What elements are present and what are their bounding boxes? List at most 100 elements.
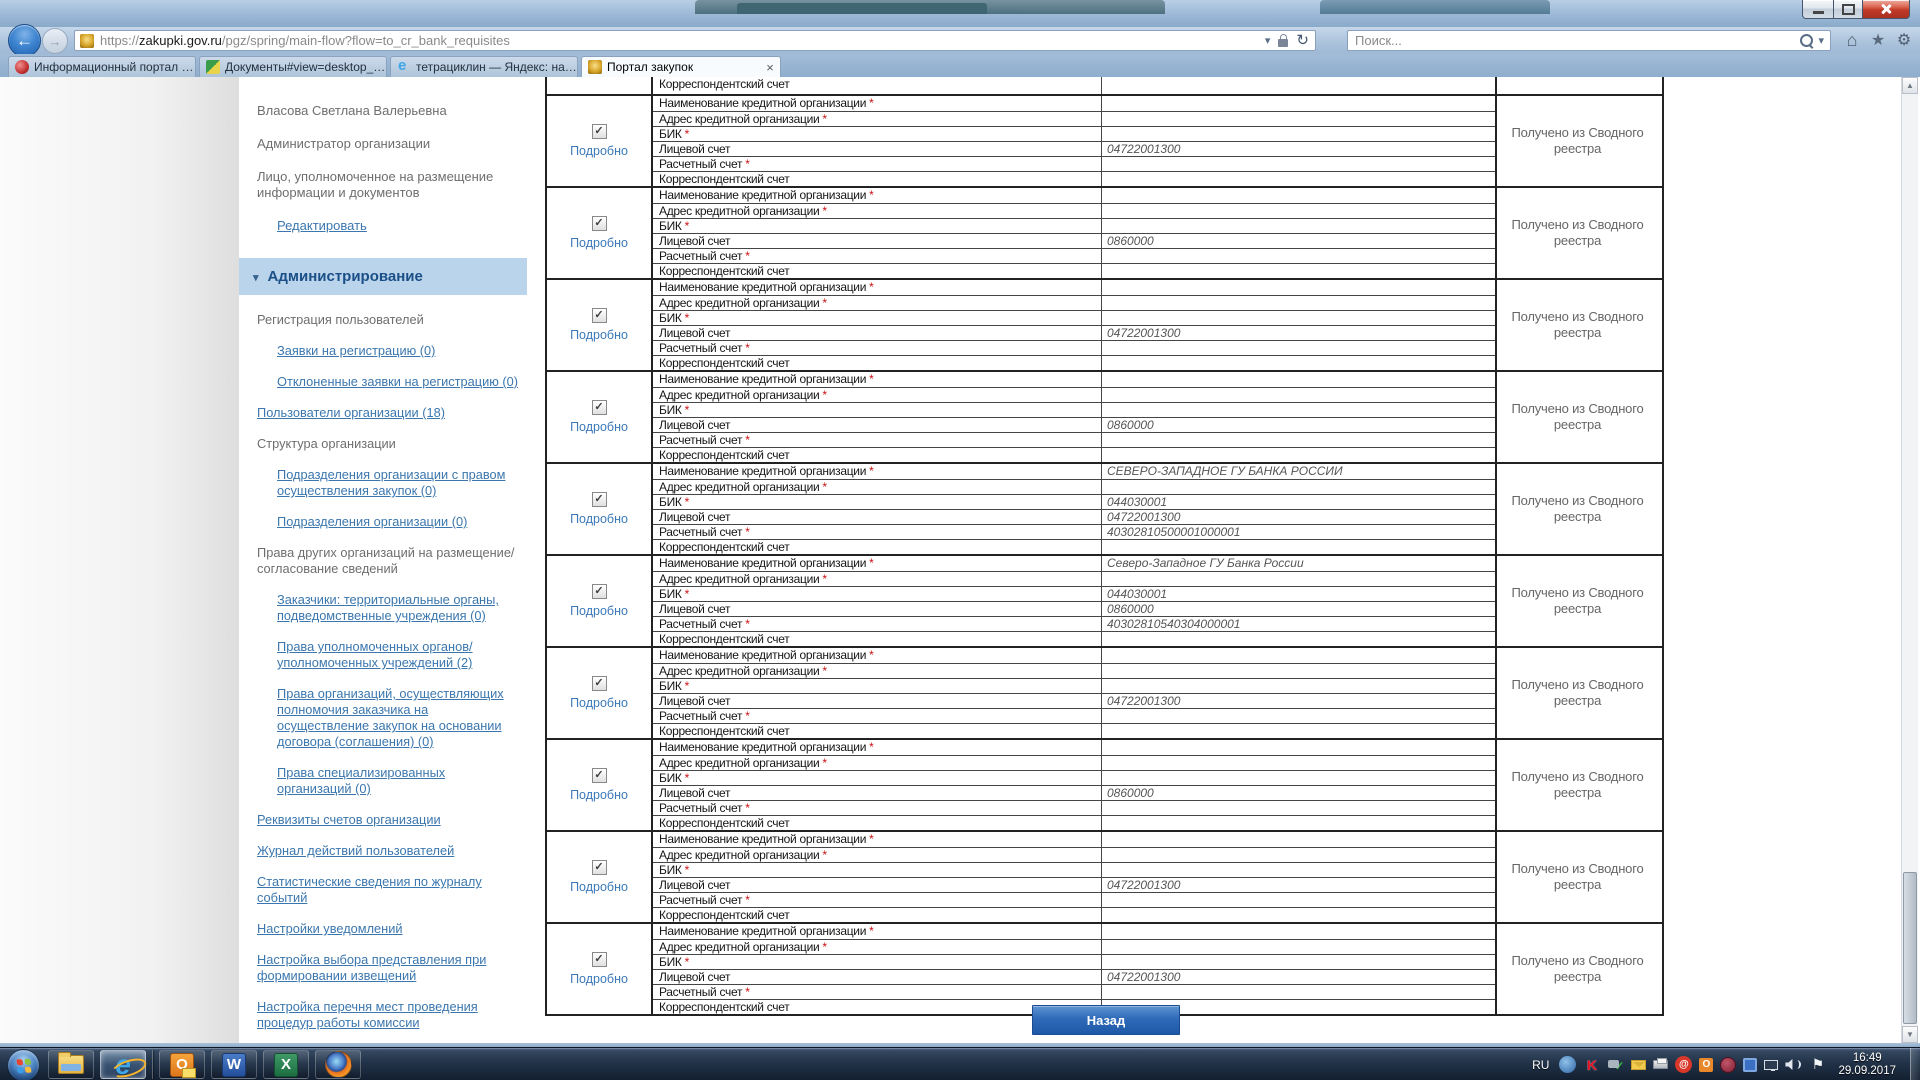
sidebar-link[interactable]: Настройка выбора представления при форми…: [257, 952, 519, 984]
field-value: [1101, 723, 1495, 738]
taskbar-firefox[interactable]: [315, 1050, 361, 1079]
show-desktop-button[interactable]: [1910, 1048, 1920, 1080]
taskbar-windows-explorer[interactable]: [48, 1050, 94, 1079]
system-tray: RU K ✓ @ O ⚑ 16:49 29.09.2017: [1532, 1048, 1920, 1080]
vertical-scrollbar[interactable]: ▲ ▼: [1901, 77, 1918, 1043]
section-header-administration[interactable]: ▾Администрирование: [239, 258, 527, 295]
printer-icon[interactable]: [1653, 1060, 1668, 1069]
browser-tab[interactable]: Информационный портал С...: [8, 56, 196, 77]
edit-link[interactable]: Редактировать: [277, 218, 517, 234]
details-link[interactable]: Подробно: [570, 144, 628, 158]
taskbar-word[interactable]: W: [211, 1050, 257, 1079]
field-value: [1101, 631, 1495, 646]
search-icon[interactable]: [1800, 34, 1813, 47]
start-button[interactable]: [7, 1049, 40, 1080]
field-label: Расчетный счет *: [653, 524, 1101, 539]
field-label: Наименование кредитной организации *: [653, 924, 1101, 939]
sidebar-link[interactable]: Настройка перечня мест проведения процед…: [257, 999, 519, 1031]
row-checkbox[interactable]: ✓: [592, 308, 607, 323]
update-icon[interactable]: [1559, 1056, 1576, 1073]
sidebar-link[interactable]: Подразделения организации (0): [277, 514, 519, 530]
field-label: Наименование кредитной организации *: [653, 556, 1101, 571]
forward-button[interactable]: →: [42, 28, 68, 54]
sidebar-link[interactable]: Подразделения организации с правом осуще…: [277, 467, 519, 499]
settings-gear-icon[interactable]: ⚙: [1892, 30, 1916, 50]
search-dropdown-icon[interactable]: ▾: [1818, 34, 1824, 47]
action-center-flag-icon[interactable]: ⚑: [1809, 1056, 1826, 1073]
row-checkbox[interactable]: ✓: [592, 952, 607, 967]
back-button[interactable]: ←: [8, 24, 41, 57]
refresh-icon[interactable]: ↻: [1296, 33, 1309, 48]
sidebar-link[interactable]: Пользователи организации (18): [257, 405, 519, 421]
favorites-star-icon[interactable]: ★: [1866, 30, 1890, 50]
browser-tab[interactable]: Портал закупок×: [581, 56, 781, 77]
sidebar-label: Структура организации: [257, 436, 519, 452]
row-checkbox[interactable]: ✓: [592, 860, 607, 875]
details-link[interactable]: Подробно: [570, 328, 628, 342]
sidebar-link[interactable]: Заказчики: территориальные органы, подве…: [277, 592, 519, 624]
browser-tab[interactable]: Документы#view=desktop_21...: [199, 56, 387, 77]
address-bar[interactable]: https://zakupki.gov.ru/pgz/spring/main-f…: [74, 30, 1316, 51]
sidebar-link[interactable]: Права организаций, осуществляющих полном…: [277, 686, 519, 750]
sidebar: Власова Светлана Валерьевна Администрато…: [239, 77, 527, 1043]
details-link[interactable]: Подробно: [570, 236, 628, 250]
mail-icon[interactable]: [1631, 1060, 1646, 1070]
row-checkbox[interactable]: ✓: [592, 400, 607, 415]
row-checkbox[interactable]: ✓: [592, 768, 607, 783]
row-checkbox[interactable]: ✓: [592, 584, 607, 599]
required-marker: *: [819, 572, 826, 586]
taskbar-clock[interactable]: 16:49 29.09.2017: [1838, 1052, 1896, 1078]
sidebar-link[interactable]: Отклоненные заявки на регистрацию (0): [277, 374, 519, 390]
scroll-down-icon[interactable]: ▼: [1902, 1026, 1918, 1043]
row-checkbox[interactable]: ✓: [592, 492, 607, 507]
search-box[interactable]: ▾: [1347, 30, 1831, 51]
field-label: Расчетный счет *: [653, 800, 1101, 815]
sidebar-link[interactable]: Права специализированных организаций (0): [277, 765, 519, 797]
sidebar-link[interactable]: Журнал действий пользователей: [257, 843, 519, 859]
details-link[interactable]: Подробно: [570, 788, 628, 802]
taskbar-excel[interactable]: X: [263, 1050, 309, 1079]
language-indicator[interactable]: RU: [1532, 1058, 1549, 1072]
scroll-up-icon[interactable]: ▲: [1902, 77, 1918, 94]
details-link[interactable]: Подробно: [570, 604, 628, 618]
security-icon[interactable]: [1720, 1057, 1736, 1073]
row-checkbox[interactable]: ✓: [592, 216, 607, 231]
sidebar-link[interactable]: Права уполномоченных органов/ уполномоче…: [277, 639, 519, 671]
status-cell: Получено из Сводного реестра: [1495, 924, 1658, 1014]
tab-close-icon[interactable]: ×: [762, 60, 778, 75]
minimize-button[interactable]: [1802, 0, 1834, 19]
sidebar-link[interactable]: Настройки уведомлений: [257, 921, 519, 937]
close-button[interactable]: [1863, 0, 1910, 19]
status-cell: Получено из Сводного реестра: [1495, 740, 1658, 830]
taskbar-internet-explorer[interactable]: e: [100, 1050, 146, 1079]
sidebar-link[interactable]: Реквизиты счетов организации: [257, 812, 519, 828]
field-value: 40302810540304000001: [1101, 616, 1495, 631]
details-link[interactable]: Подробно: [570, 880, 628, 894]
search-input[interactable]: [1348, 33, 1800, 48]
details-link[interactable]: Подробно: [570, 420, 628, 434]
row-checkbox[interactable]: ✓: [592, 124, 607, 139]
mailru-agent-icon[interactable]: @: [1675, 1056, 1692, 1073]
field-label: Адрес кредитной организации *: [653, 295, 1101, 310]
back-page-button[interactable]: Назад: [1032, 1005, 1180, 1035]
sidebar-link[interactable]: Заявки на регистрацию (0): [277, 343, 519, 359]
volume-icon[interactable]: [1785, 1056, 1802, 1073]
details-link[interactable]: Подробно: [570, 972, 628, 986]
row-checkbox[interactable]: ✓: [592, 676, 607, 691]
home-icon[interactable]: ⌂: [1840, 30, 1864, 51]
sidebar-link[interactable]: Статистические сведения по журналу событ…: [257, 874, 519, 906]
tab-label: Документы#view=desktop_21...: [225, 60, 386, 74]
browser-tab[interactable]: тетрациклин — Яндекс: нашл...: [390, 56, 578, 77]
kaspersky-icon[interactable]: K: [1583, 1056, 1600, 1073]
network-icon[interactable]: [1764, 1060, 1778, 1070]
taskbar-outlook[interactable]: O: [159, 1050, 205, 1079]
address-dropdown-icon[interactable]: ▾: [1265, 34, 1271, 47]
restore-button[interactable]: [1834, 0, 1863, 19]
scrollbar-thumb[interactable]: [1903, 872, 1917, 1024]
remote-app-icon[interactable]: [1743, 1058, 1757, 1072]
details-link[interactable]: Подробно: [570, 696, 628, 710]
usb-device-icon[interactable]: ✓: [1607, 1056, 1624, 1073]
details-link[interactable]: Подробно: [570, 512, 628, 526]
field-label: Корреспондентский счет: [653, 355, 1101, 370]
outlook-tray-icon[interactable]: O: [1699, 1058, 1713, 1072]
